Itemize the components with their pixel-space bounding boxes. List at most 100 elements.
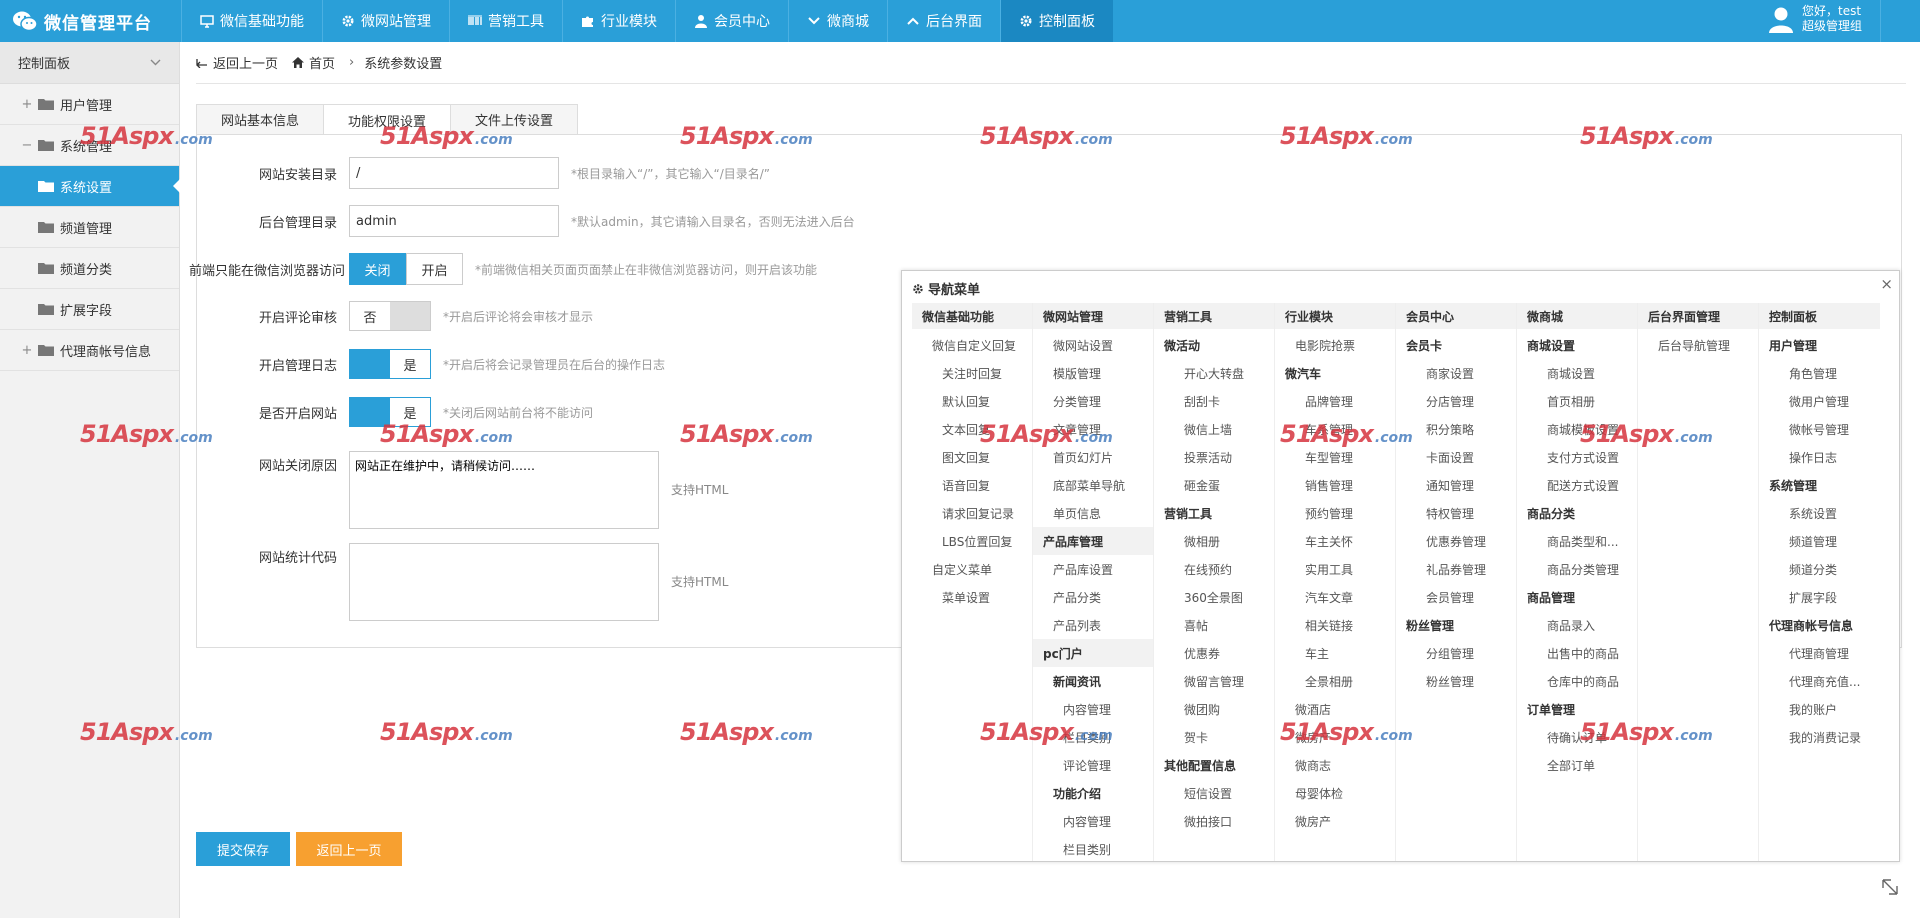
nav-menu-item[interactable]: 分组管理 [1396, 639, 1516, 667]
sidebar-item-channel-categories[interactable]: 频道分类 [0, 248, 179, 289]
nav-menu-item[interactable]: 新闻资讯 [1033, 667, 1153, 695]
nav-menu-item[interactable]: 相关链接 [1275, 611, 1395, 639]
admin-log-toggle[interactable]: 是 [349, 349, 431, 379]
sidebar-item-channels[interactable]: 频道管理 [0, 207, 179, 248]
nav-menu-item[interactable]: 待确认订单 [1517, 723, 1637, 751]
nav-menu-item[interactable]: 支付方式设置 [1517, 443, 1637, 471]
nav-menu-item[interactable]: 微相册 [1154, 527, 1274, 555]
nav-menu-item[interactable]: 请求回复记录 [912, 499, 1032, 527]
nav-menu-item[interactable]: 优惠券管理 [1396, 527, 1516, 555]
nav-menu-item[interactable]: 扩展字段 [1759, 583, 1880, 611]
nav-menu-item[interactable]: 开心大转盘 [1154, 359, 1274, 387]
top-nav-item[interactable]: 营销工具 [449, 0, 562, 42]
nav-menu-item[interactable]: 品牌管理 [1275, 387, 1395, 415]
nav-menu-item[interactable]: 积分策略 [1396, 415, 1516, 443]
nav-menu-item[interactable]: 微信上墙 [1154, 415, 1274, 443]
nav-menu-item[interactable]: 母婴体检 [1275, 779, 1395, 807]
nav-menu-item[interactable]: 分店管理 [1396, 387, 1516, 415]
install-dir-input[interactable] [349, 157, 559, 189]
nav-menu-item[interactable]: 粉丝管理 [1396, 611, 1516, 639]
nav-menu-item[interactable]: 关注时回复 [912, 359, 1032, 387]
top-nav-item[interactable]: 后台界面 [887, 0, 1000, 42]
nav-menu-item[interactable]: 文本回复 [912, 415, 1032, 443]
top-nav-item[interactable]: 会员中心 [675, 0, 788, 42]
brand[interactable]: 微信管理平台 [0, 0, 180, 42]
nav-menu-item[interactable]: 商品分类 [1517, 499, 1637, 527]
nav-menu-item[interactable]: 模版管理 [1033, 359, 1153, 387]
nav-menu-item[interactable]: 商品分类管理 [1517, 555, 1637, 583]
nav-menu-item[interactable]: 内容管理 [1033, 695, 1153, 723]
sidebar-item-system[interactable]: − 系统管理 [0, 125, 179, 166]
nav-menu-item[interactable]: 我的账户 [1759, 695, 1880, 723]
nav-menu-item[interactable]: 首页幻灯片 [1033, 443, 1153, 471]
nav-menu-item[interactable]: 微帐号管理 [1759, 415, 1880, 443]
nav-menu-item[interactable]: 产品库设置 [1033, 555, 1153, 583]
top-nav-item[interactable]: 微信基础功能 [181, 0, 322, 42]
nav-menu-item[interactable]: 微用户管理 [1759, 387, 1880, 415]
nav-menu-item[interactable]: pc门户 [1033, 639, 1153, 667]
nav-menu-item[interactable]: 在线预约 [1154, 555, 1274, 583]
home-link[interactable]: 首页 [292, 53, 335, 72]
nav-menu-item[interactable]: 贺卡 [1154, 723, 1274, 751]
exit-button[interactable] [1880, 0, 1920, 42]
nav-menu-item[interactable]: 图文回复 [912, 443, 1032, 471]
nav-menu-item[interactable]: 商品管理 [1517, 583, 1637, 611]
nav-menu-item[interactable]: 卡面设置 [1396, 443, 1516, 471]
go-back-button[interactable]: 返回上一页 [296, 832, 402, 866]
admin-dir-input[interactable] [349, 205, 559, 237]
nav-menu-item[interactable]: 配送方式设置 [1517, 471, 1637, 499]
nav-menu-item[interactable]: 频道分类 [1759, 555, 1880, 583]
nav-menu-item[interactable]: 全部订单 [1517, 751, 1637, 779]
nav-menu-item[interactable]: 商城设置 [1517, 359, 1637, 387]
nav-menu-item[interactable]: 语音回复 [912, 471, 1032, 499]
sidebar-header[interactable]: 控制面板 [0, 42, 179, 84]
nav-menu-item[interactable]: 预约管理 [1275, 499, 1395, 527]
nav-menu-item[interactable]: 内容管理 [1033, 807, 1153, 835]
nav-menu-item[interactable]: 订单管理 [1517, 695, 1637, 723]
stat-code-textarea[interactable] [349, 543, 659, 621]
nav-menu-item[interactable]: 文章管理 [1033, 415, 1153, 443]
nav-menu-item[interactable]: 微团购 [1154, 695, 1274, 723]
nav-menu-item[interactable]: 产品列表 [1033, 611, 1153, 639]
nav-menu-item[interactable]: 刮刮卡 [1154, 387, 1274, 415]
nav-menu-item[interactable]: 分类管理 [1033, 387, 1153, 415]
top-nav-item[interactable]: 微商城 [788, 0, 887, 42]
nav-menu-item[interactable]: 用户管理 [1759, 331, 1880, 359]
user-box[interactable]: 您好，test 超级管理组 [1766, 4, 1862, 34]
wechat-only-off-button[interactable]: 关闭 [349, 253, 406, 285]
comment-review-toggle[interactable]: 否 [349, 301, 431, 331]
wechat-only-on-button[interactable]: 开启 [406, 253, 463, 285]
nav-menu-item[interactable]: 微信自定义回复 [912, 331, 1032, 359]
nav-menu-item[interactable]: 商城设置 [1517, 331, 1637, 359]
nav-menu-item[interactable]: 后台导航管理 [1638, 331, 1758, 359]
nav-menu-item[interactable]: 单页信息 [1033, 499, 1153, 527]
nav-menu-item[interactable]: 粉丝管理 [1396, 667, 1516, 695]
nav-menu-item[interactable]: 微商志 [1275, 751, 1395, 779]
nav-menu-item[interactable]: 底部菜单导航 [1033, 471, 1153, 499]
nav-menu-item[interactable]: 商品类型和... [1517, 527, 1637, 555]
tab-permissions[interactable]: 功能权限设置 [323, 104, 452, 135]
top-nav-item[interactable]: 控制面板 [1000, 0, 1113, 42]
sidebar-item-users[interactable]: + 用户管理 [0, 84, 179, 125]
nav-menu-item[interactable]: 商城模板设置 [1517, 415, 1637, 443]
top-nav-item[interactable]: 微网站管理 [322, 0, 449, 42]
nav-menu-item[interactable]: 实用工具 [1275, 555, 1395, 583]
nav-menu-item[interactable]: 微汽车 [1275, 359, 1395, 387]
nav-menu-item[interactable]: 首页相册 [1517, 387, 1637, 415]
nav-menu-item[interactable]: 仓库中的商品 [1517, 667, 1637, 695]
nav-menu-item[interactable]: 全景相册 [1275, 667, 1395, 695]
close-icon[interactable]: × [1880, 275, 1893, 293]
nav-menu-item[interactable]: 系统管理 [1759, 471, 1880, 499]
nav-menu-item[interactable]: 礼品券管理 [1396, 555, 1516, 583]
nav-menu-item[interactable]: 优惠券 [1154, 639, 1274, 667]
nav-menu-item[interactable]: 评论管理 [1033, 751, 1153, 779]
nav-menu-item[interactable]: 电影院抢票 [1275, 331, 1395, 359]
nav-menu-item[interactable]: 销售管理 [1275, 471, 1395, 499]
nav-menu-item[interactable]: 会员管理 [1396, 583, 1516, 611]
nav-menu-item[interactable]: 微拍接口 [1154, 807, 1274, 835]
tab-basic-info[interactable]: 网站基本信息 [196, 104, 325, 134]
nav-menu-item[interactable]: 频道管理 [1759, 527, 1880, 555]
nav-menu-item[interactable]: 代理商充值... [1759, 667, 1880, 695]
nav-menu-item[interactable]: 出售中的商品 [1517, 639, 1637, 667]
site-open-toggle[interactable]: 是 [349, 397, 431, 427]
